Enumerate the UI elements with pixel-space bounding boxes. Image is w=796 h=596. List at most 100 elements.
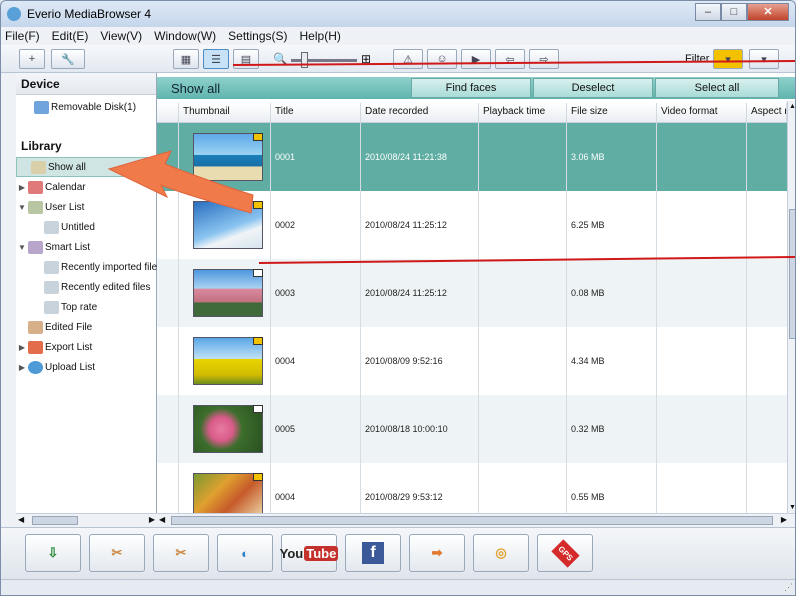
size-cell: 0.08 MB [567, 259, 657, 327]
row-gutter [157, 395, 179, 463]
table-row[interactable]: 0002 2010/08/24 11:25:12 6.25 MB [157, 191, 789, 259]
vertical-scrollbar[interactable]: ▲ ▼ [787, 101, 795, 513]
calendar-icon [28, 180, 43, 194]
table-row[interactable]: 0001 2010/08/24 11:21:38 3.06 MB [157, 123, 789, 191]
minimize-button[interactable]: – [695, 3, 721, 21]
find-faces-button[interactable]: Find faces [411, 78, 531, 98]
scroll-down-icon[interactable]: ▼ [789, 504, 795, 511]
scroll-left-icon[interactable]: ◀ [159, 515, 165, 524]
column-date[interactable]: Date recorded [361, 103, 479, 122]
edit-photo-button[interactable]: ✂ [153, 534, 209, 572]
deselect-button[interactable]: Deselect [533, 78, 653, 98]
detail-view-button[interactable]: ☰ [203, 49, 229, 69]
column-thumbnail[interactable]: Thumbnail [179, 103, 271, 122]
table-row[interactable]: 0005 2010/08/18 10:00:10 0.32 MB [157, 395, 789, 463]
menu-window[interactable]: Window(W) [154, 29, 216, 43]
sidebar-item-untitled[interactable]: Untitled [44, 217, 95, 237]
photo-badge-icon [253, 269, 263, 277]
date-cell: 2010/08/24 11:25:12 [361, 259, 479, 327]
collapse-icon[interactable]: ▼ [16, 243, 28, 252]
wrench-icon: 🔧 [61, 53, 75, 66]
video-badge-icon [253, 473, 263, 481]
date-cell: 2010/08/09 9:52:16 [361, 327, 479, 395]
play-button[interactable]: ▶ [461, 49, 491, 69]
main-horizontal-scrollbar[interactable]: ◀ ▶ [157, 513, 795, 527]
thumbnail-image[interactable] [193, 337, 263, 385]
scroll-right-icon[interactable]: ▶ [149, 515, 155, 524]
import-button[interactable]: ⇦ [495, 49, 525, 69]
menu-file[interactable]: File(F) [5, 29, 40, 43]
scroll-left-icon[interactable]: ◀ [18, 515, 24, 524]
sidebar-item-label: Edited File [45, 321, 93, 333]
thumbnail-image[interactable] [193, 269, 263, 317]
column-title[interactable]: Title [271, 103, 361, 122]
sidebar-item-user-list[interactable]: ▼ User List [16, 197, 84, 217]
sidebar-item-recently-imported[interactable]: Recently imported files [44, 257, 162, 277]
menu-settings[interactable]: Settings(S) [228, 29, 287, 43]
select-all-button[interactable]: Select all [655, 78, 779, 98]
facebook-button[interactable]: f [345, 534, 401, 572]
sidebar-item-smart-list[interactable]: ▼ Smart List [16, 237, 90, 257]
sidebar-item-show-all[interactable]: Show all [16, 157, 157, 177]
zoom-in-icon[interactable]: ⊞ [361, 52, 371, 66]
thumbnail-image[interactable] [193, 133, 263, 181]
video-badge-icon [253, 133, 263, 141]
resize-grip-icon[interactable]: ⋰ [784, 582, 793, 593]
export-media-button[interactable]: ➡ [409, 534, 465, 572]
tools-button[interactable]: 🔧 [51, 49, 85, 69]
export-button[interactable]: ⇨ [529, 49, 559, 69]
thumbnail-image[interactable] [193, 405, 263, 453]
collapse-icon[interactable]: ▼ [16, 203, 28, 212]
filter-video-button[interactable]: ▾ [713, 49, 743, 69]
thumbnail-view-button[interactable]: ▦ [173, 49, 199, 69]
sidebar-item-recently-edited[interactable]: Recently edited files [44, 277, 151, 297]
expand-icon[interactable]: ▶ [16, 183, 28, 192]
facebook-icon: f [362, 542, 384, 564]
expand-icon[interactable]: ▶ [16, 363, 28, 372]
web-upload-button[interactable]: ◐ [217, 534, 273, 572]
sidebar-item-edited-file[interactable]: Edited File [28, 317, 92, 337]
close-button[interactable]: ✕ [747, 3, 789, 21]
disk-icon [34, 100, 49, 114]
zoom-slider-thumb[interactable] [301, 52, 308, 68]
vertical-scroll-thumb[interactable] [789, 209, 795, 339]
sidebar-item-top-rate[interactable]: Top rate [44, 297, 97, 317]
sidebar-item-calendar[interactable]: ▶ Calendar [16, 177, 86, 197]
youtube-button[interactable]: You Tube [280, 534, 339, 572]
main-scroll-thumb[interactable] [171, 516, 773, 525]
menu-view[interactable]: View(V) [100, 29, 142, 43]
sidebar-item-upload-list[interactable]: ▶ Upload List [16, 357, 95, 377]
menu-edit[interactable]: Edit(E) [52, 29, 89, 43]
size-cell: 4.34 MB [567, 327, 657, 395]
sidebar-scroll-thumb[interactable] [32, 516, 78, 525]
faces-button[interactable]: ☺ [427, 49, 457, 69]
gps-button[interactable]: GPS [537, 534, 593, 572]
column-aspect-ratio[interactable]: Aspect r [747, 103, 787, 122]
scroll-up-icon[interactable]: ▲ [789, 103, 795, 110]
format-cell [657, 123, 747, 191]
sidebar-item-export-list[interactable]: ▶ Export List [16, 337, 92, 357]
expand-icon[interactable]: ▶ [16, 343, 28, 352]
sidebar-item-removable-disk[interactable]: Removable Disk(1) [34, 97, 136, 117]
thumbnail-image[interactable] [193, 201, 263, 249]
create-disc-button[interactable]: ◎ [473, 534, 529, 572]
import-to-pc-button[interactable]: ⇩ [25, 534, 81, 572]
row-gutter [157, 327, 179, 395]
column-file-size[interactable]: File size [567, 103, 657, 122]
delete-button[interactable]: ⚠ [393, 49, 423, 69]
scroll-right-icon[interactable]: ▶ [781, 515, 787, 524]
globe-icon [28, 360, 43, 374]
table-row[interactable]: 0003 2010/08/24 11:25:12 0.08 MB [157, 259, 789, 327]
size-cell: 0.32 MB [567, 395, 657, 463]
calendar-view-button[interactable]: ▤ [233, 49, 259, 69]
sidebar-horizontal-scrollbar[interactable]: ◀ ▶ [16, 513, 157, 527]
column-video-format[interactable]: Video format [657, 103, 747, 122]
maximize-button[interactable]: □ [721, 3, 747, 21]
zoom-out-icon[interactable]: 🔍 [273, 52, 288, 66]
table-row[interactable]: 0004 2010/08/09 9:52:16 4.34 MB [157, 327, 789, 395]
edit-video-button[interactable]: ✂ [89, 534, 145, 572]
menu-help[interactable]: Help(H) [300, 29, 341, 43]
column-playback-time[interactable]: Playback time [479, 103, 567, 122]
filter-photo-button[interactable]: ▾ [749, 49, 779, 69]
add-button[interactable]: + [19, 49, 45, 69]
